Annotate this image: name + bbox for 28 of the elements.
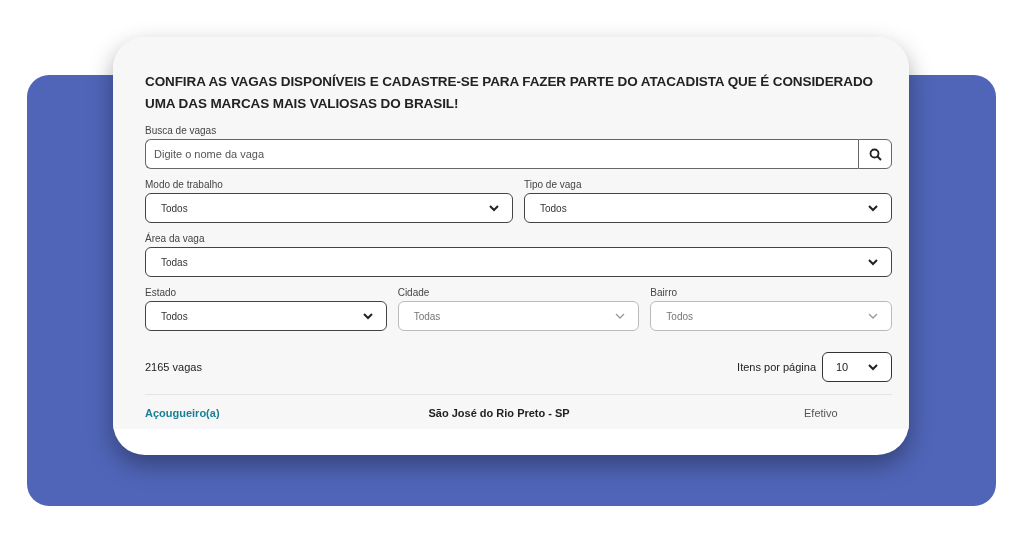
dropdown[interactable]: Todas (145, 247, 892, 277)
job-type: Efetivo (803, 407, 838, 419)
field-label: Cidade (397, 287, 431, 298)
field-label: Busca de vagas (145, 125, 218, 136)
items-per-page-label: Itens por página (737, 361, 816, 373)
field-label: Modo de trabalho (145, 179, 224, 190)
chevron-down-icon (868, 312, 878, 320)
dropdown[interactable]: Todos (145, 301, 387, 331)
results-count: 2165 vagas (145, 361, 202, 373)
items-per-page-dropdown[interactable]: 10 (822, 352, 892, 382)
job-title-link[interactable]: Açougueiro(a) (145, 407, 220, 419)
job-location: São José do Rio Preto - SP (428, 407, 570, 419)
field-label: Tipo de vaga (524, 179, 583, 190)
dropdown[interactable]: Todos (145, 193, 513, 223)
search-field[interactable]: Digite o nome da vaga (145, 139, 858, 169)
chevron-down-icon (868, 204, 878, 212)
field-label: Bairro (650, 287, 679, 298)
chevron-down-icon (868, 363, 878, 371)
chevron-down-icon (362, 312, 373, 320)
field-label: Área da vaga (145, 233, 206, 244)
chevron-down-icon (868, 258, 878, 266)
chevron-down-icon (489, 204, 499, 212)
chevron-down-icon (615, 312, 626, 320)
dropdown[interactable]: Todos (524, 193, 892, 223)
page-heading: CONFIRA AS VAGAS DISPONÍVEIS E CADASTRE-SE PARA FAZER PARTE DO ATACADISTA QUE É CONSIDERADO UMA DAS MARCAS MAIS VALIOSAS DO BRASIL! (145, 73, 874, 113)
search-button[interactable] (858, 139, 892, 169)
field-label: Estado (145, 287, 178, 298)
search-icon (868, 147, 882, 161)
